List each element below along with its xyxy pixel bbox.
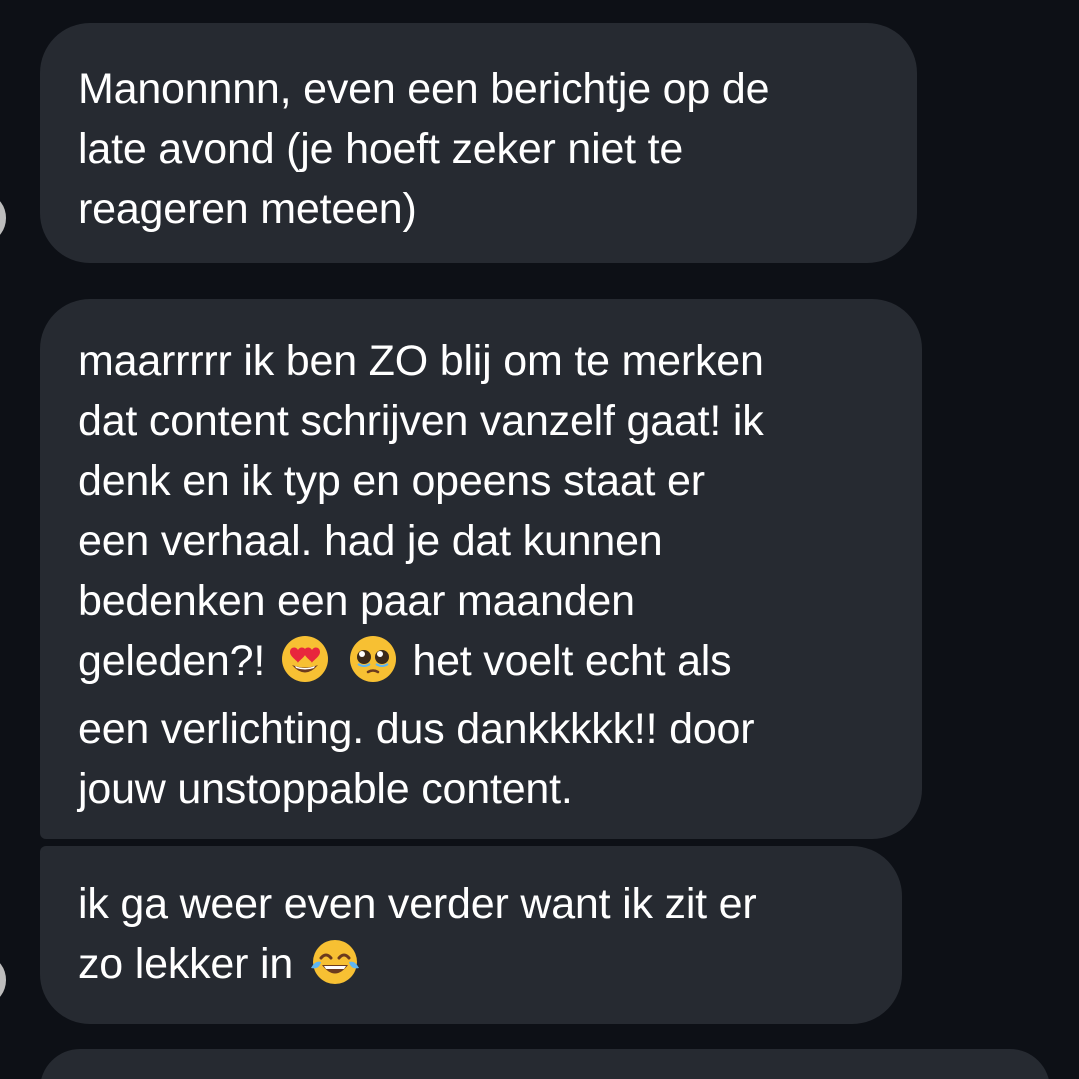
sender-avatar[interactable] xyxy=(0,196,6,240)
tears-of-joy-emoji xyxy=(309,938,361,1002)
message-text: geleden?! xyxy=(78,637,266,685)
message-text-line: bedenken een paar maanden xyxy=(78,577,635,625)
heart-eyes-emoji xyxy=(281,635,329,699)
pleading-face-emoji xyxy=(349,635,397,699)
message-text-line: een verhaal. had je dat kunnen xyxy=(78,517,663,565)
message-text-line: jouw unstoppable content. xyxy=(78,765,573,813)
message-text-line: maarrrrr ik ben ZO blij om te merken xyxy=(78,337,764,385)
message-text-line: ik ga weer even verder want ik zit er xyxy=(78,880,757,928)
message-bubble[interactable]: ik ga weer even verder want ik zit er zo… xyxy=(40,846,902,1024)
chat-screen: Manonnnn, even een berichtje op de late … xyxy=(0,0,1079,1079)
message-text-line-with-emoji: geleden?! het voelt echt als xyxy=(78,631,892,699)
message-text: het voelt echt als xyxy=(412,637,732,685)
message-text-line: late avond (je hoeft zeker niet te xyxy=(78,125,684,173)
message-text-line: reageren meteen) xyxy=(78,185,417,233)
message-text-line: een verlichting. dus dankkkkk!! door xyxy=(78,705,755,753)
message-text-line: Manonnnn, even een berichtje op de xyxy=(78,65,770,113)
sender-avatar[interactable] xyxy=(0,958,6,1002)
message-bubble-partial[interactable] xyxy=(40,1049,1050,1079)
message-text-line: dat content schrijven vanzelf gaat! ik xyxy=(78,397,764,445)
message-text: zo lekker in xyxy=(78,940,294,988)
message-text-line: denk en ik typ en opeens staat er xyxy=(78,457,705,505)
message-bubble[interactable]: maarrrrr ik ben ZO blij om te merken dat… xyxy=(40,299,922,839)
message-text-line-with-emoji: zo lekker in xyxy=(78,934,872,1002)
message-bubble[interactable]: Manonnnn, even een berichtje op de late … xyxy=(40,23,917,263)
